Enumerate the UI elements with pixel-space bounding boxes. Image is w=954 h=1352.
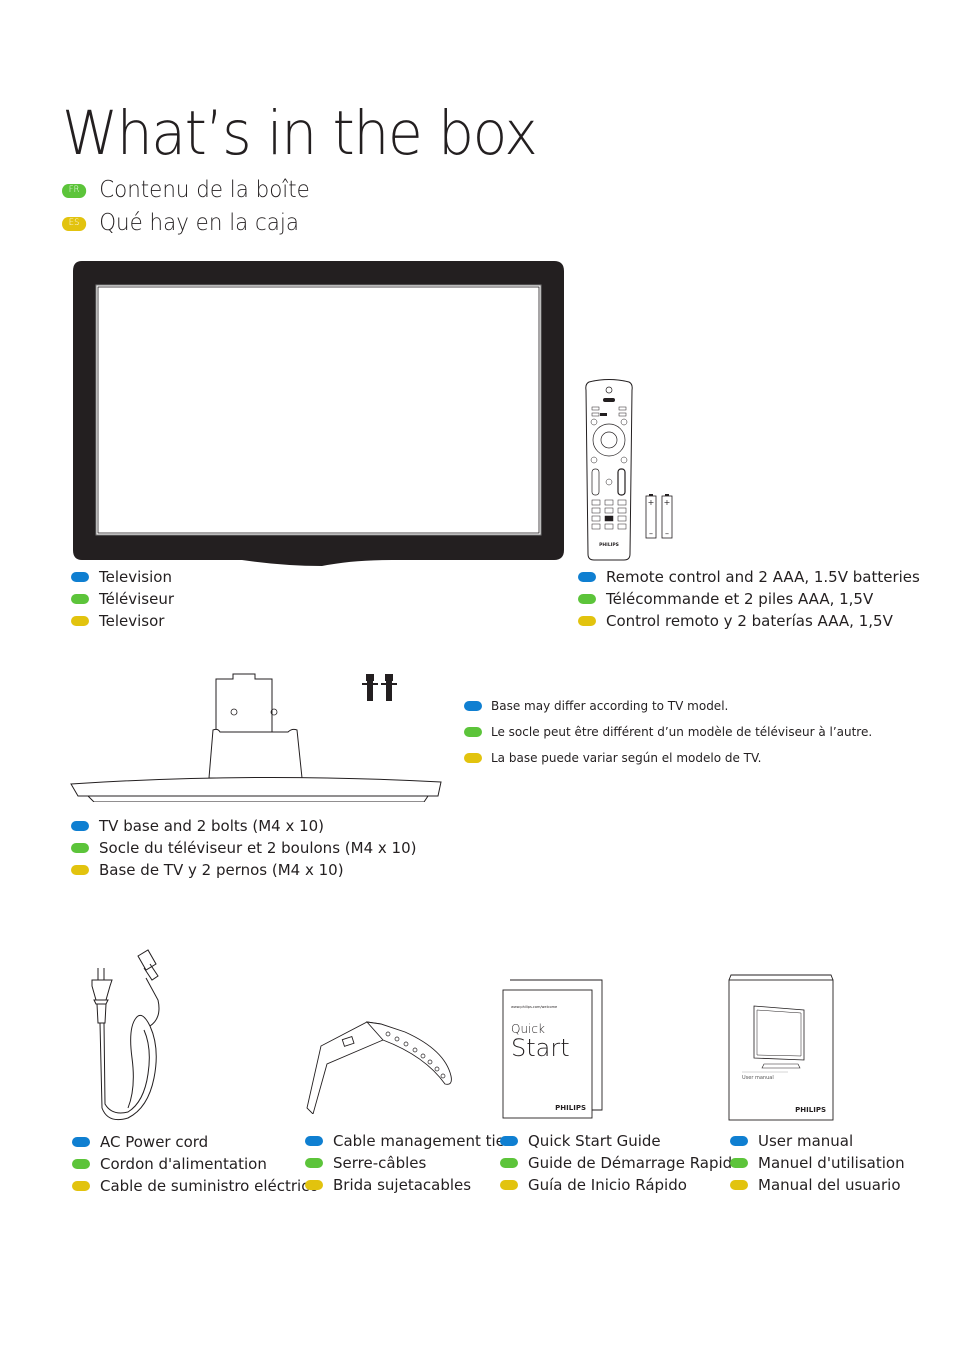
cable-tie-illustration xyxy=(305,1010,455,1114)
power-cord-icon xyxy=(91,949,160,1121)
list-item: Cordon d'alimentation xyxy=(72,1153,319,1175)
fr-bullet-icon xyxy=(71,594,89,604)
es-bullet-icon xyxy=(730,1180,748,1190)
television-label-list: Television Téléviseur Televisor xyxy=(71,566,174,632)
user-manual-cover-label: User manual xyxy=(742,1075,774,1081)
list-item: Cable de suministro eléctrico xyxy=(72,1175,319,1197)
list-item: Cable management tie xyxy=(305,1130,505,1152)
es-bullet-icon xyxy=(464,753,482,763)
fr-bullet-icon xyxy=(72,1159,90,1169)
fr-bullet-icon xyxy=(500,1158,518,1168)
page-title: What’s in the box xyxy=(62,98,538,169)
quick-start-guide-icon: www.philips.com/welcome Quick Start PHIL… xyxy=(502,979,603,1119)
es-bullet-icon xyxy=(71,616,89,626)
es-bullet-icon xyxy=(500,1180,518,1190)
fr-bullet-icon xyxy=(305,1158,323,1168)
user-manual-label-list: User manual Manuel d'utilisation Manual … xyxy=(730,1130,905,1196)
list-item: TV base and 2 bolts (M4 x 10) xyxy=(71,815,416,837)
power-cord-illustration xyxy=(88,948,178,1124)
tv-base-label-list: TV base and 2 bolts (M4 x 10) Socle du t… xyxy=(71,815,416,881)
list-item: Socle du téléviseur et 2 boulons (M4 x 1… xyxy=(71,837,416,859)
user-manual-illustration: User manual PHILIPS xyxy=(728,974,836,1122)
fr-bullet-icon xyxy=(730,1158,748,1168)
list-item: Brida sujetacables xyxy=(305,1174,505,1196)
quick-start-brand: PHILIPS xyxy=(555,1104,586,1112)
bolt-icon xyxy=(362,674,397,701)
list-item: Guide de Démarrage Rapide xyxy=(500,1152,741,1174)
battery-icon: + + – – xyxy=(645,494,673,539)
batteries-illustration: + + – – xyxy=(645,493,675,539)
list-item: Base de TV y 2 pernos (M4 x 10) xyxy=(71,859,416,881)
quick-start-cover-line2: Start xyxy=(511,1034,570,1062)
power-cord-label-list: AC Power cord Cordon d'alimentation Cabl… xyxy=(72,1131,319,1197)
en-bullet-icon xyxy=(72,1137,90,1147)
svg-text:+: + xyxy=(664,498,671,507)
fr-language-badge: FR xyxy=(62,183,87,198)
list-item: Manuel d'utilisation xyxy=(730,1152,905,1174)
cable-tie-label-list: Cable management tie Serre-câbles Brida … xyxy=(305,1130,505,1196)
en-bullet-icon xyxy=(500,1136,518,1146)
list-item: Control remoto y 2 baterías AAA, 1,5V xyxy=(578,610,920,632)
television-icon xyxy=(73,261,564,566)
list-item: Base may differ according to TV model. xyxy=(464,693,872,719)
fr-bullet-icon xyxy=(578,594,596,604)
list-item: User manual xyxy=(730,1130,905,1152)
television-illustration xyxy=(72,260,566,566)
list-item: La base puede variar según el modelo de … xyxy=(464,745,872,771)
subtitle-es-text: Qué hay en la caja xyxy=(99,210,299,236)
en-bullet-icon xyxy=(730,1136,748,1146)
list-item: AC Power cord xyxy=(72,1131,319,1153)
quick-start-illustration: www.philips.com/welcome Quick Start PHIL… xyxy=(502,978,606,1120)
es-bullet-icon xyxy=(578,616,596,626)
list-item: Televisor xyxy=(71,610,174,632)
list-item: Le socle peut être différent d’un modèle… xyxy=(464,719,872,745)
es-language-badge: ES xyxy=(62,216,87,231)
es-bullet-icon xyxy=(305,1180,323,1190)
svg-text:+: + xyxy=(648,498,655,507)
cable-tie-icon xyxy=(306,1021,452,1114)
quick-start-url: www.philips.com/welcome xyxy=(511,1005,557,1009)
en-bullet-icon xyxy=(71,572,89,582)
fr-bullet-icon xyxy=(71,843,89,853)
subtitle-fr-text: Contenu de la boîte xyxy=(99,177,310,203)
fr-bullet-icon xyxy=(464,727,482,737)
quick-start-label-list: Quick Start Guide Guide de Démarrage Rap… xyxy=(500,1130,741,1196)
es-bullet-icon xyxy=(71,865,89,875)
en-bullet-icon xyxy=(578,572,596,582)
subtitle-fr: FR Contenu de la boîte xyxy=(62,179,310,202)
bolts-illustration xyxy=(362,674,402,702)
remote-label-list: Remote control and 2 AAA, 1.5V batteries… xyxy=(578,566,920,632)
en-bullet-icon xyxy=(464,701,482,711)
base-note-list: Base may differ according to TV model. L… xyxy=(464,693,872,771)
en-bullet-icon xyxy=(71,821,89,831)
list-item: Télécommande et 2 piles AAA, 1,5V xyxy=(578,588,920,610)
user-manual-icon: User manual PHILIPS xyxy=(728,974,834,1121)
svg-text:–: – xyxy=(649,529,653,538)
list-item: Manual del usuario xyxy=(730,1174,905,1196)
en-bullet-icon xyxy=(305,1136,323,1146)
svg-text:–: – xyxy=(665,529,669,538)
list-item: Guía de Inicio Rápido xyxy=(500,1174,741,1196)
remote-brand-text: PHILIPS xyxy=(599,542,619,548)
es-bullet-icon xyxy=(72,1181,90,1191)
list-item: Serre-câbles xyxy=(305,1152,505,1174)
remote-control-illustration: PHILIPS xyxy=(584,378,634,562)
list-item: Television xyxy=(71,566,174,588)
list-item: Téléviseur xyxy=(71,588,174,610)
list-item: Quick Start Guide xyxy=(500,1130,741,1152)
subtitle-es: ES Qué hay en la caja xyxy=(62,212,299,235)
list-item: Remote control and 2 AAA, 1.5V batteries xyxy=(578,566,920,588)
user-manual-brand: PHILIPS xyxy=(795,1106,826,1114)
remote-control-icon: PHILIPS xyxy=(585,379,633,561)
